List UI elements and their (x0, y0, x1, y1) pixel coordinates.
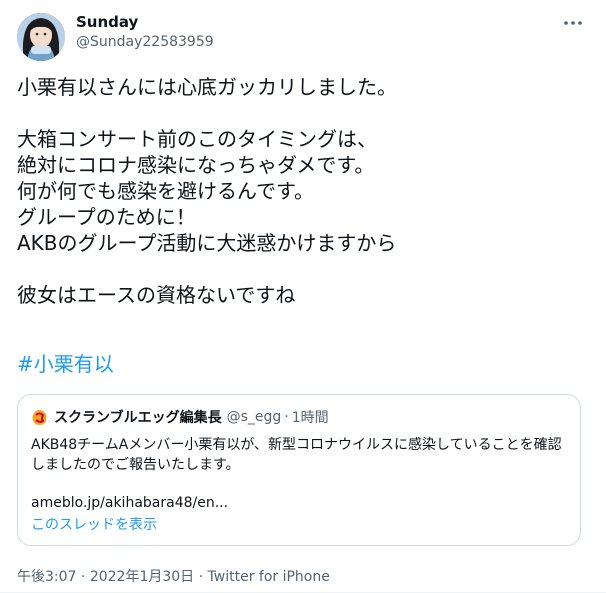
tweet-source[interactable]: Twitter for iPhone (208, 569, 330, 585)
quoted-tweet-link[interactable]: ameblo.jp/akihabara48/en... (31, 493, 228, 513)
avatar[interactable] (17, 13, 65, 61)
author-display-name[interactable]: Sunday (76, 13, 138, 31)
show-thread-link[interactable]: このスレッドを表示 (31, 515, 157, 535)
quoted-separator: · (284, 409, 289, 425)
hashtag-link[interactable]: #小栗有以 (17, 351, 114, 377)
tweet-meta: 午後3:07 · 2022年1月30日 · Twitter for iPhone (17, 566, 330, 586)
quoted-tweet-text: AKB48チームAメンバー小栗有以が、新型コロナウイルスに感染していることを確認… (31, 437, 562, 473)
tweet-text: 小栗有以さんには心底ガッカリしました。 大箱コンサート前のこのタイミングは、 絶… (17, 75, 397, 307)
avatar-image (17, 13, 65, 61)
quoted-time: 1時間 (291, 410, 329, 426)
quoted-tweet[interactable]: スクランブルエッグ編集長 @s_egg · 1時間 AKB48チームAメンバー小… (17, 394, 581, 546)
quoted-author-name: スクランブルエッグ編集長 (54, 410, 222, 426)
meta-separator: · (194, 569, 208, 585)
tweet-card: Sunday @Sunday22583959 小栗有以さんには心底ガッカリしまし… (0, 0, 606, 593)
tweet-date[interactable]: 2022年1月30日 (90, 569, 194, 585)
tweet-time[interactable]: 午後3:07 (17, 569, 76, 585)
meta-separator: · (76, 569, 90, 585)
quoted-tweet-header: スクランブルエッグ編集長 @s_egg · 1時間 (31, 407, 329, 427)
more-horizontal-icon[interactable] (562, 14, 584, 32)
quoted-author-handle: @s_egg (226, 409, 282, 425)
author-handle[interactable]: @Sunday22583959 (76, 34, 214, 50)
egg-logo-icon (31, 409, 48, 426)
